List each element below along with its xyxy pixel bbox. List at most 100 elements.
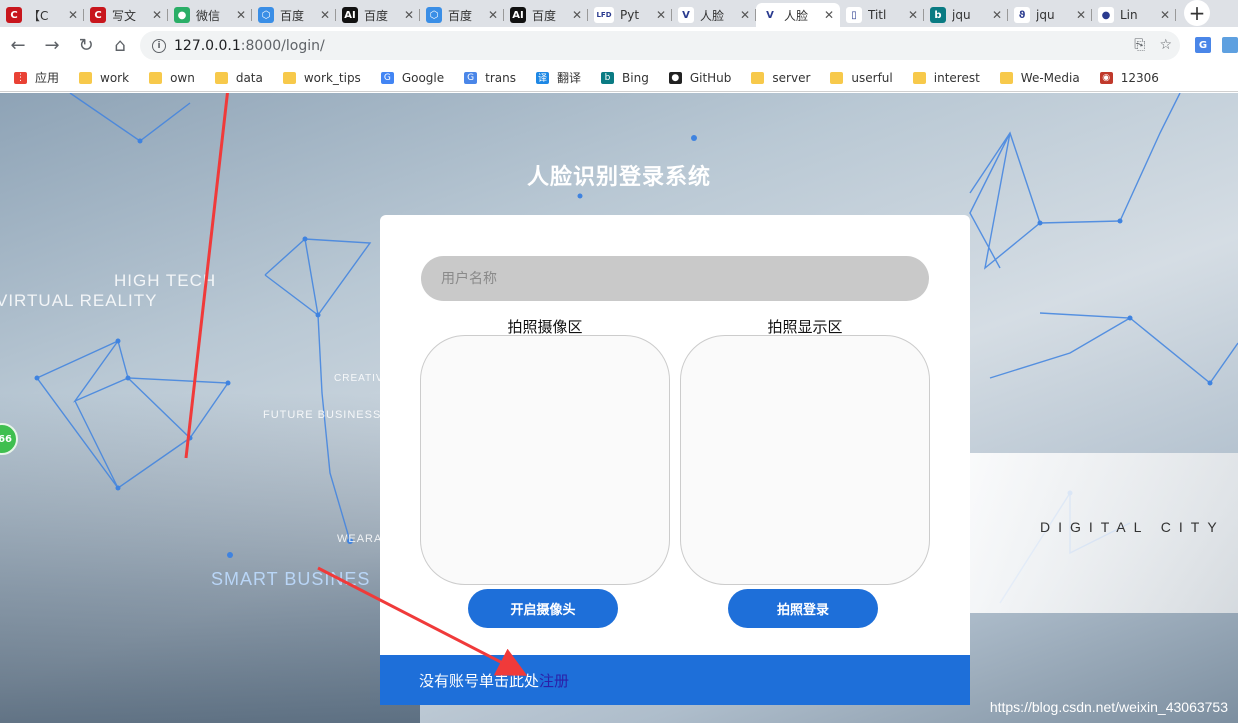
close-icon[interactable]: ✕ bbox=[824, 8, 834, 22]
tab-title: 百度 bbox=[280, 8, 305, 23]
folder-icon bbox=[912, 71, 926, 84]
browser-tab[interactable]: AI 百度 ✕ bbox=[336, 3, 420, 27]
bookmark-item[interactable]: work_tips bbox=[282, 70, 361, 85]
browser-tab[interactable]: ϑ jqu ✕ bbox=[1008, 3, 1092, 27]
bookmark-label: userful bbox=[851, 70, 893, 85]
bookmark-label: own bbox=[170, 70, 195, 85]
browser-tab[interactable]: LFD Pyt ✕ bbox=[588, 3, 672, 27]
close-icon[interactable]: ✕ bbox=[908, 8, 918, 22]
tab-title: Titl bbox=[868, 8, 887, 22]
extension-icon[interactable] bbox=[1222, 37, 1238, 53]
bookmark-label: work bbox=[100, 70, 130, 85]
bing-icon: b bbox=[930, 7, 946, 23]
browser-tab[interactable]: AI 百度 ✕ bbox=[504, 3, 588, 27]
bookmark-item[interactable]: We-Media bbox=[999, 70, 1080, 85]
tab-title: 百度 bbox=[364, 8, 389, 23]
ai-icon: AI bbox=[342, 7, 358, 23]
bookmark-item[interactable]: ◉ 12306 bbox=[1099, 70, 1159, 85]
tab-title: 写文 bbox=[112, 8, 137, 23]
train-icon: ◉ bbox=[1099, 71, 1113, 84]
browser-tab[interactable]: C 写文 ✕ bbox=[84, 3, 168, 27]
close-icon[interactable]: ✕ bbox=[404, 8, 414, 22]
wechat-icon: ● bbox=[174, 7, 190, 23]
close-icon[interactable]: ✕ bbox=[236, 8, 246, 22]
bookmark-item[interactable]: server bbox=[751, 71, 810, 85]
github-icon: ● bbox=[1098, 7, 1114, 23]
back-icon[interactable]: ← bbox=[2, 32, 34, 60]
bookmark-label: GitHub bbox=[689, 70, 732, 85]
annotation-arrows bbox=[184, 93, 528, 676]
bookmark-label: 12306 bbox=[1120, 70, 1159, 85]
home-icon[interactable]: ⌂ bbox=[104, 32, 136, 60]
folder-icon bbox=[214, 71, 228, 84]
browser-tab[interactable]: ● 微信 ✕ bbox=[168, 3, 252, 27]
tab-title: 【C bbox=[28, 8, 49, 23]
close-icon[interactable]: ✕ bbox=[1160, 8, 1170, 22]
tab-strip: C 【C ✕ C 写文 ✕ ● 微信 ✕ ⬡ 百度 ✕ AI 百度 ✕ ⬡ 百度 ✕ AI 百度 ✕ LFD Pyt ✕ V 人脸… bbox=[0, 0, 1238, 27]
bookmark-item[interactable]: b Bing bbox=[601, 71, 649, 85]
tab-title: 微信 bbox=[196, 8, 221, 23]
tab-title: Lin bbox=[1120, 8, 1138, 22]
browser-tab[interactable]: C 【C ✕ bbox=[0, 3, 84, 27]
bookmark-item[interactable]: own bbox=[149, 71, 195, 85]
bookmark-item[interactable]: interest bbox=[912, 70, 980, 85]
bookmark-item[interactable]: Gtrans bbox=[464, 71, 516, 85]
tab-title: 百度 bbox=[532, 8, 557, 23]
info-icon[interactable]: i bbox=[152, 38, 166, 53]
tab-title: Pyt bbox=[620, 8, 640, 22]
fanyi-icon: 译 bbox=[536, 71, 549, 84]
address-bar[interactable]: i 127.0.0.1:8000/login/ ⎘ ☆ bbox=[140, 31, 1180, 60]
folder-icon bbox=[149, 71, 163, 84]
close-icon[interactable]: ✕ bbox=[320, 8, 330, 22]
browser-tab[interactable]: ● Lin ✕ bbox=[1092, 3, 1176, 27]
page-icon: ▯ bbox=[846, 7, 862, 23]
bookmark-label: interest bbox=[933, 70, 980, 85]
close-icon[interactable]: ✕ bbox=[740, 8, 750, 22]
bookmark-item[interactable]: ● GitHub bbox=[668, 70, 732, 85]
close-icon[interactable]: ✕ bbox=[992, 8, 1002, 22]
folder-icon bbox=[751, 71, 765, 84]
browser-toolbar: ← → ↻ ⌂ i 127.0.0.1:8000/login/ ⎘ ☆ G bbox=[0, 27, 1238, 64]
bookmark-item[interactable]: work bbox=[79, 71, 129, 85]
csdn-icon: C bbox=[6, 7, 22, 23]
bookmark-star-icon[interactable]: ☆ bbox=[1159, 37, 1172, 53]
close-icon[interactable]: ✕ bbox=[68, 8, 78, 22]
jq-icon: ϑ bbox=[1014, 7, 1030, 23]
bing-icon: b bbox=[601, 71, 615, 84]
forward-icon[interactable]: → bbox=[36, 32, 68, 60]
tab-title: 人脸 bbox=[700, 8, 725, 23]
translate-icon: G bbox=[464, 71, 478, 84]
url-path: :8000/login/ bbox=[240, 37, 325, 54]
reload-icon[interactable]: ↻ bbox=[70, 32, 102, 60]
bookmark-item[interactable]: ⋮ 应用 bbox=[14, 69, 59, 86]
google-translate-ext-icon[interactable]: G bbox=[1195, 37, 1211, 53]
browser-tab[interactable]: ⬡ 百度 ✕ bbox=[252, 3, 336, 27]
close-icon[interactable]: ✕ bbox=[488, 8, 498, 22]
folder-icon bbox=[79, 71, 93, 84]
new-tab-icon[interactable]: + bbox=[1184, 0, 1210, 26]
browser-tab[interactable]: b jqu ✕ bbox=[924, 3, 1008, 27]
page-viewport: HIGH TECH VIRTUAL REALITY CREATIV FUTURE… bbox=[0, 93, 1238, 723]
folder-icon bbox=[999, 71, 1013, 84]
close-icon[interactable]: ✕ bbox=[656, 8, 666, 22]
browser-tab[interactable]: ▯ Titl ✕ bbox=[840, 3, 924, 27]
close-icon[interactable]: ✕ bbox=[1076, 8, 1086, 22]
bookmark-item[interactable]: userful bbox=[830, 70, 893, 85]
bookmark-item[interactable]: data bbox=[214, 71, 263, 85]
close-icon[interactable]: ✕ bbox=[572, 8, 582, 22]
translate-page-icon[interactable]: ⎘ bbox=[1134, 37, 1145, 53]
browser-tab[interactable]: ⬡ 百度 ✕ bbox=[420, 3, 504, 27]
close-icon[interactable]: ✕ bbox=[152, 8, 162, 22]
bookmark-label: work_tips bbox=[303, 70, 361, 85]
browser-tab[interactable]: V 人脸 ✕ bbox=[756, 3, 840, 27]
hex-icon: ⬡ bbox=[258, 7, 274, 23]
arrow-to-register bbox=[317, 566, 528, 676]
bookmark-label: We-Media bbox=[1020, 70, 1080, 85]
tab-title: 百度 bbox=[448, 8, 473, 23]
google-icon: G bbox=[380, 71, 394, 84]
bookmark-item[interactable]: 译翻译 bbox=[536, 69, 581, 86]
bookmark-item[interactable]: G Google bbox=[380, 71, 444, 85]
browser-tab[interactable]: V 人脸 ✕ bbox=[672, 3, 756, 27]
ai-icon: AI bbox=[510, 7, 526, 23]
github-icon: ● bbox=[668, 71, 682, 84]
